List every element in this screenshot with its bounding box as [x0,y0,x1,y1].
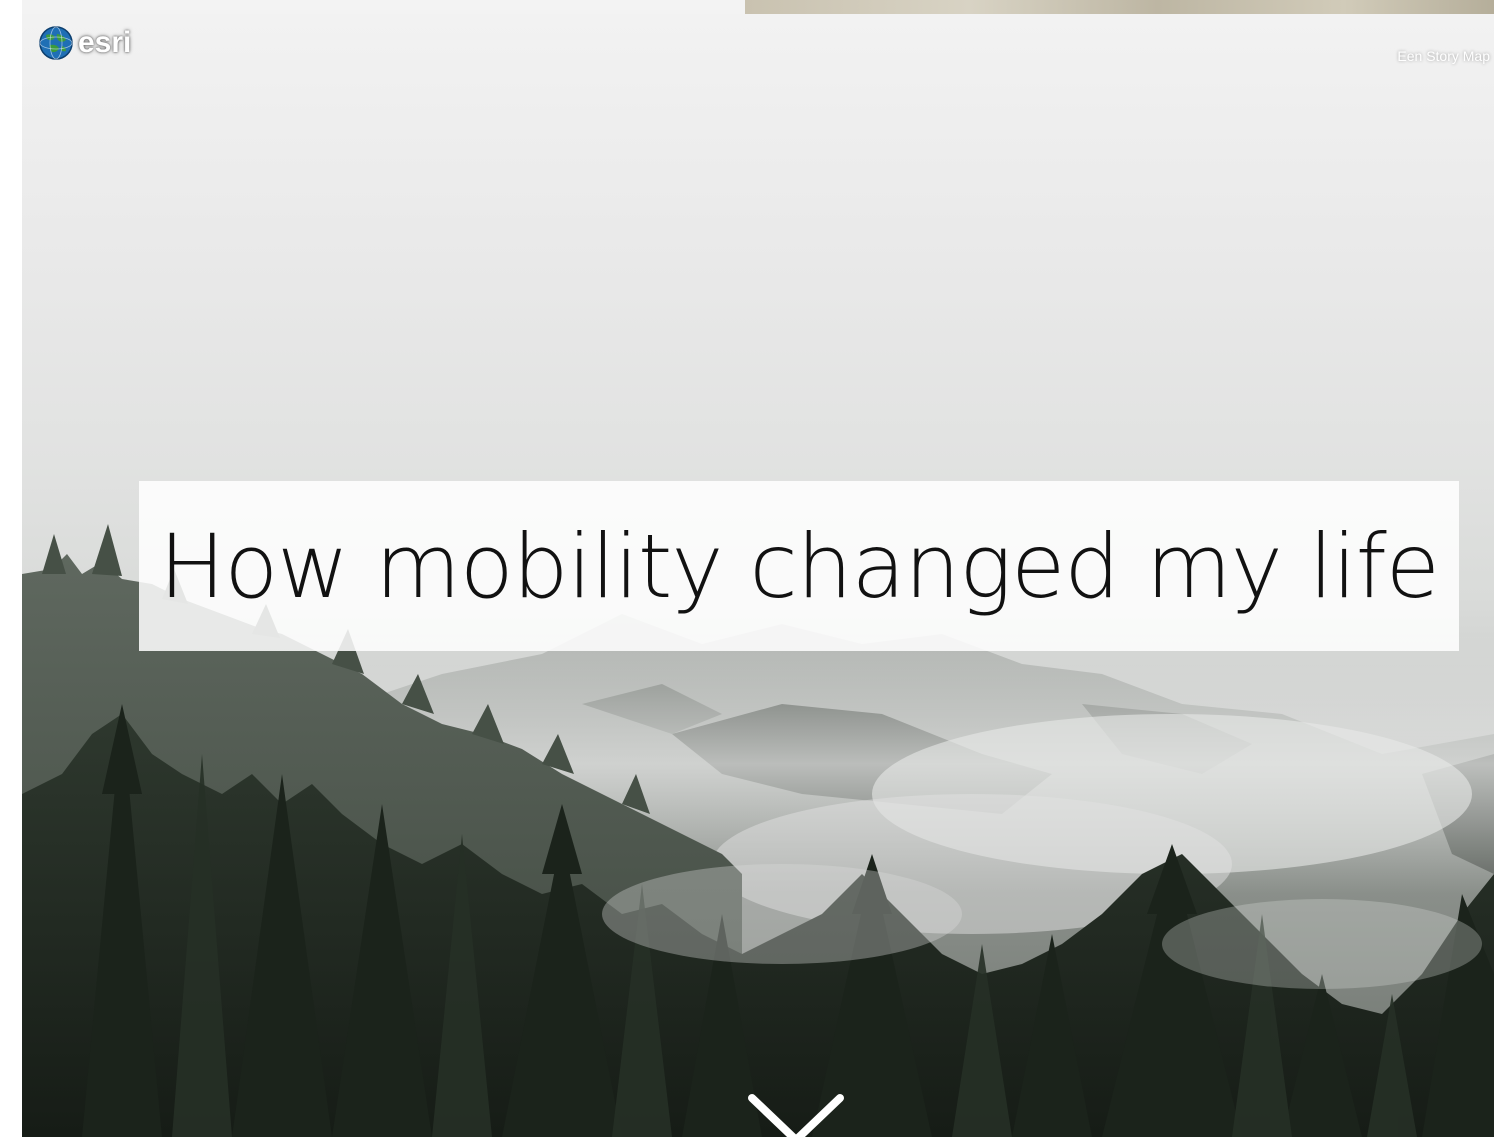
title-banner: How mobility changed my life [139,481,1459,651]
map-preview-strip [745,0,1494,14]
left-margin [0,0,22,1137]
story-title: How mobility changed my life [159,514,1440,618]
chevron-down-icon[interactable] [746,1092,846,1137]
story-map-page: Een Story Map How mobility changed my li… [0,0,1494,1137]
hero-cover: Een Story Map How mobility changed my li… [22,14,1494,1137]
globe-icon [39,26,73,60]
esri-logo[interactable]: esri [38,22,131,64]
esri-logo-text: esri [78,26,132,59]
story-map-link[interactable]: Een Story Map [1397,48,1490,64]
